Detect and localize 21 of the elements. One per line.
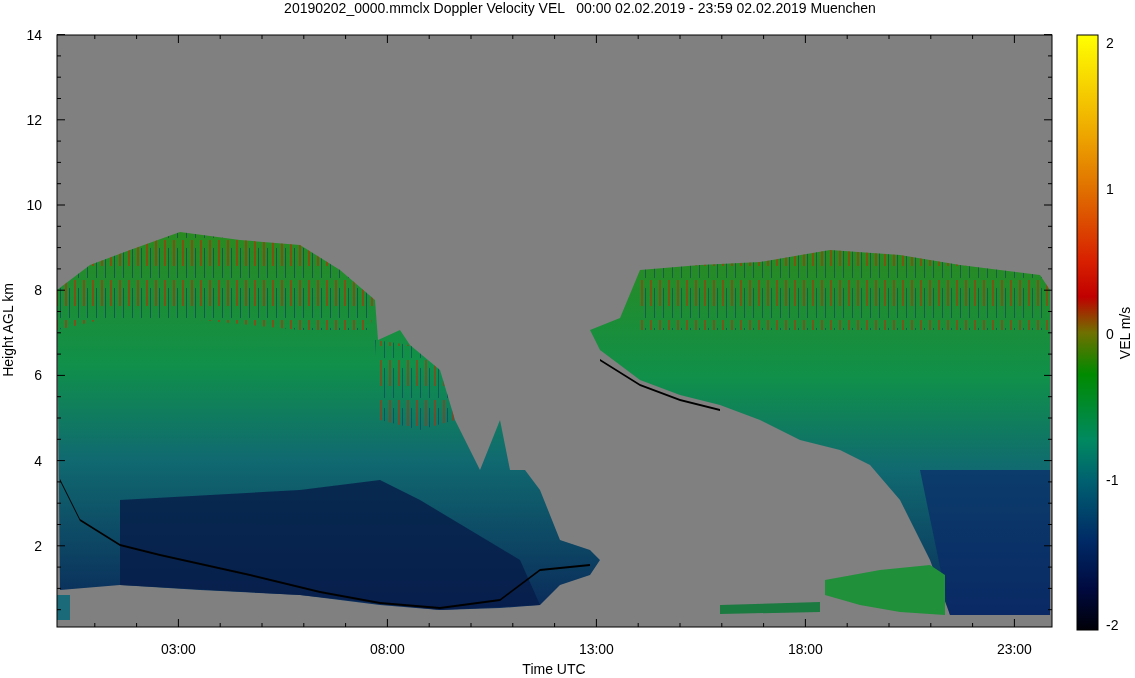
- y-axis-label: Height AGL km: [0, 283, 16, 377]
- x-tick-label: 13:00: [578, 641, 614, 657]
- y-tick-label: 8: [34, 282, 42, 299]
- x-axis-label: Time UTC: [522, 661, 586, 677]
- colorbar-tick-label: -1: [1106, 471, 1119, 488]
- x-tick-label: 23:00: [996, 641, 1032, 657]
- plot-title: 20190202_0000.mmclx Doppler Velocity VEL 00:00 02.02.2019 - 23:59 02.02.2019 Muenchen: [284, 0, 876, 16]
- colorbar-label: VEL m/s: [1117, 306, 1133, 360]
- y-tick-label: 4: [34, 452, 42, 469]
- y-tick-label: 6: [34, 367, 42, 384]
- colorbar-tick-label: 1: [1106, 180, 1114, 197]
- colorbar-tick-label: -2: [1106, 617, 1119, 633]
- x-tick-label: 08:00: [369, 641, 405, 657]
- y-tick-label: 12: [26, 111, 42, 128]
- x-tick-label: 18:00: [787, 641, 823, 657]
- colorbar-tick-label: 2: [1106, 35, 1114, 51]
- x-tick-label: 03:00: [160, 641, 196, 657]
- y-tick-label: 10: [26, 197, 42, 213]
- colorbar-tick-label: 0: [1106, 326, 1114, 342]
- y-tick-label: 2: [34, 537, 42, 554]
- y-tick-label: 14: [26, 26, 42, 43]
